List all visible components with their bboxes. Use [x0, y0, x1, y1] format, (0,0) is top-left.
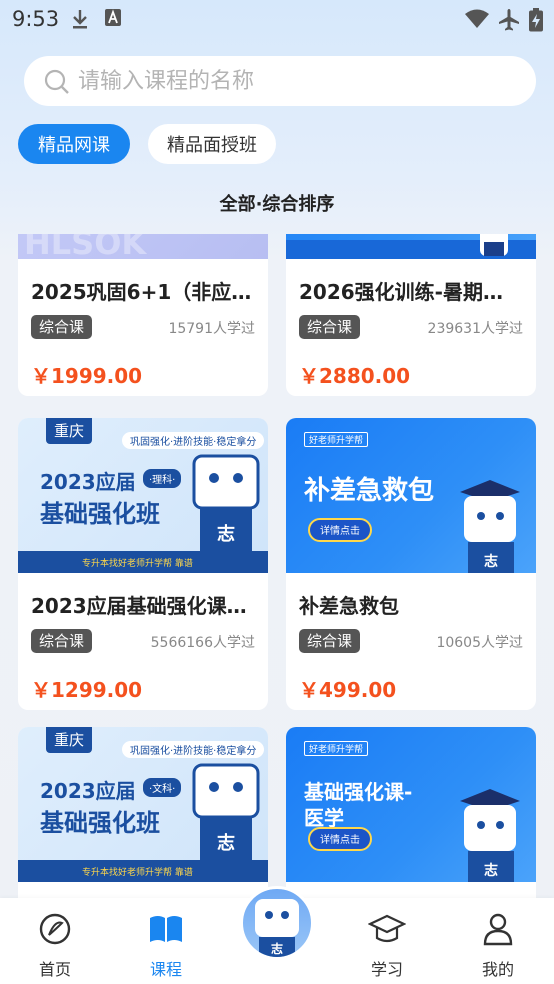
status-bar: 9:53 [0, 0, 554, 38]
cover-badge: ·文科· [143, 778, 182, 797]
course-title: 2025巩固6+1（非应届… [31, 280, 259, 304]
cover-subtitle: 巩固强化·进阶技能·稳定拿分 [122, 432, 265, 449]
sort-selector[interactable]: 全部·综合排序 [0, 190, 554, 216]
learner-count: 10605人学过 [436, 635, 523, 651]
course-card[interactable]: 2026强化训练-暑期… 综合课 239631人学过 ￥2880.00 [286, 234, 536, 396]
mascot-image: 志 [192, 763, 260, 861]
nav-home[interactable]: 首页 [20, 912, 90, 980]
course-price: ￥1999.00 [31, 364, 143, 388]
svg-text:HLSOK: HLSOK [24, 234, 147, 259]
a11y-a-icon [105, 9, 121, 26]
search-icon [44, 69, 69, 94]
svg-text:志: 志 [484, 862, 498, 879]
course-card[interactable]: 好老师升学帮 基础强化课- 医学 详情点击 志 [286, 727, 536, 898]
learner-count: 15791人学过 [168, 321, 255, 337]
nav-profile[interactable]: 我的 [463, 912, 533, 980]
course-cover: 好老师升学帮 基础强化课- 医学 详情点击 志 [286, 727, 536, 882]
cover-footer-text: 专升本找好老师升学帮 靠谱 [82, 868, 193, 878]
course-price: ￥499.00 [299, 678, 397, 702]
course-cover [286, 234, 536, 259]
nav-study[interactable]: 学习 [352, 912, 422, 980]
cover-decoration: HLSOK [24, 234, 147, 259]
wifi-icon [465, 9, 489, 28]
course-tag: 综合课 [31, 315, 93, 339]
course-card[interactable]: 好老师升学帮 补差急救包 详情点击 志 补差急救包 综合课 10605人学过 ￥… [286, 418, 536, 710]
course-title: 2023应届基础强化课… [31, 594, 247, 618]
course-title: 补差急救包 [299, 594, 399, 618]
course-cover: HLSOK [18, 234, 268, 259]
nav-label: 课程 [149, 960, 182, 979]
city-tag: 重庆 [46, 727, 92, 753]
course-list: HLSOK 2025巩固6+1（非应届… 综合课 15791人学过 ￥1999.… [0, 234, 554, 898]
course-card[interactable]: 重庆 巩固强化·进阶技能·稳定拿分 2023应届 ·理科· 基础强化班 志 专升… [18, 418, 268, 710]
mascot-image: 志 [460, 480, 520, 573]
cover-headline-2: 基础强化班 [40, 809, 160, 837]
svg-text:志: 志 [484, 553, 498, 570]
learner-count: 239631人学过 [427, 321, 523, 337]
nav-label: 我的 [481, 960, 514, 979]
cover-headline: 基础强化课- 医学 [304, 779, 412, 831]
brand-tag: 好老师升学帮 [304, 432, 369, 447]
nav-label: 学习 [370, 960, 403, 979]
course-cover: 重庆 巩固强化·进阶技能·稳定拿分 2023应届 ·理科· 基础强化班 志 专升… [18, 418, 268, 573]
mascot-icon: 志 [255, 899, 299, 957]
course-tag: 综合课 [31, 629, 93, 653]
cover-badge: ·理科· [143, 469, 182, 488]
cover-detail-button: 详情点击 [308, 518, 372, 542]
tab-online-courses[interactable]: 精品网课 [18, 124, 130, 164]
cover-detail-button: 详情点击 [308, 827, 372, 851]
course-cover: 好老师升学帮 补差急救包 详情点击 志 [286, 418, 536, 573]
search-input[interactable] [78, 56, 518, 106]
course-tag: 综合课 [299, 629, 361, 653]
city-tag: 重庆 [46, 418, 92, 444]
mascot-image: 志 [192, 454, 260, 552]
home-icon [39, 913, 71, 945]
course-tag: 综合课 [299, 315, 361, 339]
course-price: ￥2880.00 [299, 364, 411, 388]
book-icon [150, 916, 182, 942]
download-icon [73, 10, 87, 29]
course-title: 2026强化训练-暑期… [299, 280, 503, 304]
search-bar[interactable] [24, 56, 536, 106]
cover-headline-2: 基础强化班 [40, 500, 160, 528]
user-icon [483, 913, 513, 946]
nav-label: 首页 [38, 960, 71, 979]
airplane-icon [499, 9, 519, 31]
course-card[interactable]: HLSOK 2025巩固6+1（非应届… 综合课 15791人学过 ￥1999.… [18, 234, 268, 396]
mascot-image [480, 234, 508, 256]
svg-text:志: 志 [217, 523, 235, 545]
svg-text:志: 志 [271, 941, 283, 956]
cover-footer-text: 专升本找好老师升学帮 靠谱 [82, 559, 193, 569]
battery-charging-icon [529, 8, 543, 32]
nav-courses[interactable]: 课程 [131, 912, 201, 980]
cover-subtitle: 巩固强化·进阶技能·稳定拿分 [122, 741, 265, 758]
tab-face-to-face[interactable]: 精品面授班 [148, 124, 276, 164]
brand-tag: 好老师升学帮 [304, 741, 369, 756]
cover-headline: 2023应届 [40, 779, 136, 803]
center-mascot-button[interactable]: 志 [240, 886, 314, 960]
status-time: 9:53 [12, 7, 60, 31]
course-price: ￥1299.00 [31, 678, 143, 702]
course-cover: 重庆 巩固强化·进阶技能·稳定拿分 2023应届 ·文科· 基础强化班 志 专升… [18, 727, 268, 882]
cover-headline: 补差急救包 [304, 476, 435, 506]
svg-text:志: 志 [217, 832, 235, 854]
learner-count: 5566166人学过 [150, 635, 255, 651]
course-card[interactable]: 重庆 巩固强化·进阶技能·稳定拿分 2023应届 ·文科· 基础强化班 志 专升… [18, 727, 268, 898]
mascot-image: 志 [460, 789, 520, 882]
graduation-cap-icon [367, 914, 407, 943]
cover-headline: 2023应届 [40, 470, 136, 494]
cover-headline-line: 基础强化课- [304, 780, 413, 804]
